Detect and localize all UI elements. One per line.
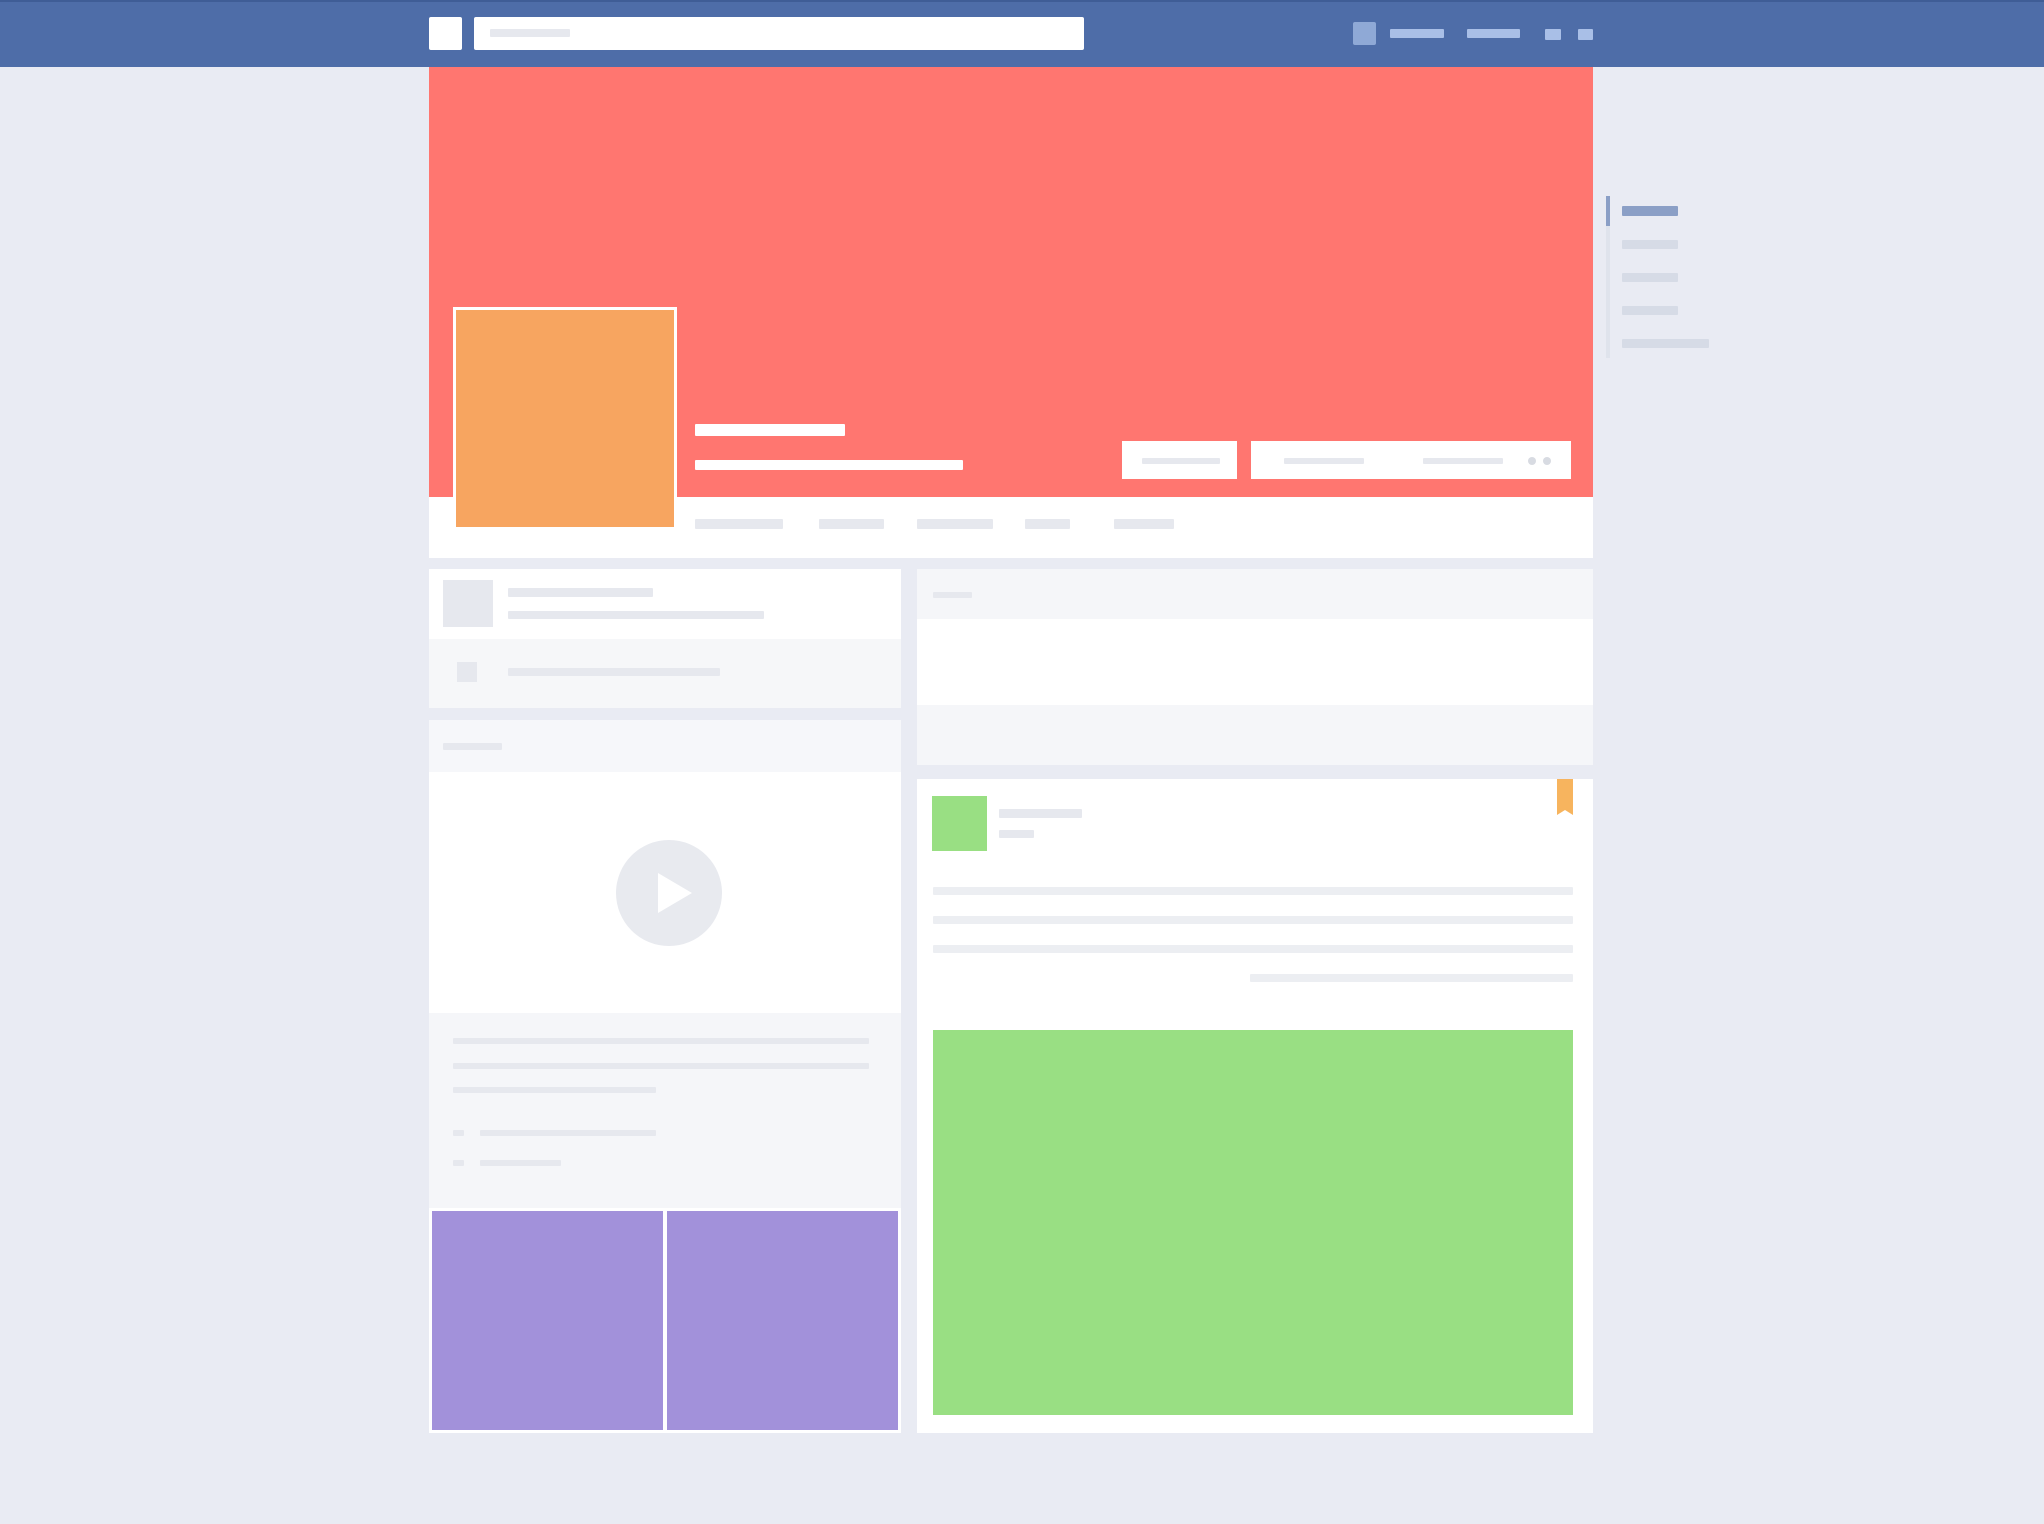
profile-name <box>695 424 845 436</box>
search-placeholder <box>490 29 570 37</box>
scrubber-item[interactable] <box>1622 306 1678 315</box>
tab-about[interactable] <box>819 519 884 529</box>
edit-profile-button[interactable] <box>1423 458 1503 464</box>
scrubber-item[interactable] <box>1622 240 1678 249</box>
photos-grid <box>429 1208 901 1433</box>
post-author-avatar[interactable] <box>932 796 987 851</box>
post-image[interactable] <box>933 1030 1573 1415</box>
video-description <box>429 1013 901 1208</box>
more-dots-icon[interactable] <box>1543 457 1551 465</box>
logo-icon[interactable] <box>429 17 462 50</box>
photo-tile[interactable] <box>667 1211 898 1430</box>
bullet-icon <box>453 1160 464 1166</box>
intro-thumbnail <box>443 580 493 627</box>
photo-tile[interactable] <box>432 1211 663 1430</box>
nav-link-profile[interactable] <box>1390 29 1444 38</box>
scrubber-item[interactable] <box>1622 339 1709 348</box>
post-card <box>917 779 1593 1433</box>
tab-timeline[interactable] <box>695 519 783 529</box>
post-text-line <box>1250 974 1573 982</box>
composer-text-area[interactable] <box>917 619 1593 705</box>
profile-avatar-icon[interactable] <box>1353 22 1376 45</box>
top-navigation-bar <box>0 0 2044 67</box>
description-line <box>453 1038 869 1044</box>
scrubber-item[interactable] <box>1622 273 1678 282</box>
post-text-line <box>933 916 1573 924</box>
video-card-header <box>429 720 901 772</box>
intro-card <box>429 569 901 708</box>
description-item <box>480 1130 656 1136</box>
tab-photos[interactable] <box>1025 519 1070 529</box>
description-line <box>453 1063 869 1069</box>
bullet-icon <box>453 1130 464 1136</box>
bookmark-icon[interactable] <box>1557 779 1573 815</box>
detail-text <box>508 668 720 676</box>
detail-icon <box>457 662 477 682</box>
post-composer <box>917 569 1593 765</box>
nav-link-home[interactable] <box>1467 29 1520 38</box>
post-author-name[interactable] <box>999 809 1082 818</box>
video-card-title <box>443 743 502 750</box>
update-info-button[interactable] <box>1122 441 1237 479</box>
tab-friends[interactable] <box>917 519 993 529</box>
profile-avatar[interactable] <box>453 307 677 530</box>
more-dots-icon[interactable] <box>1528 457 1536 465</box>
play-icon <box>658 873 692 913</box>
post-text-line <box>933 887 1573 895</box>
composer-tab-label[interactable] <box>933 592 972 598</box>
notifications-icon[interactable] <box>1578 29 1593 40</box>
button-label <box>1142 458 1220 464</box>
description-line <box>453 1087 656 1093</box>
view-activity-log-button[interactable] <box>1284 458 1364 464</box>
intro-title <box>508 588 653 597</box>
tab-more[interactable] <box>1114 519 1174 529</box>
friend-requests-icon[interactable] <box>1545 29 1561 40</box>
profile-actions-group <box>1251 441 1571 479</box>
post-timestamp[interactable] <box>999 830 1034 838</box>
profile-subtitle <box>695 460 963 470</box>
play-button[interactable] <box>616 840 722 946</box>
description-item <box>480 1160 561 1166</box>
intro-subtitle <box>508 611 764 619</box>
year-scrubber-indicator[interactable] <box>1606 196 1610 226</box>
search-input[interactable] <box>474 17 1084 50</box>
scrubber-item-active[interactable] <box>1622 206 1678 216</box>
video-card <box>429 720 901 1208</box>
post-text-line <box>933 945 1573 953</box>
intro-detail-row <box>429 639 901 708</box>
